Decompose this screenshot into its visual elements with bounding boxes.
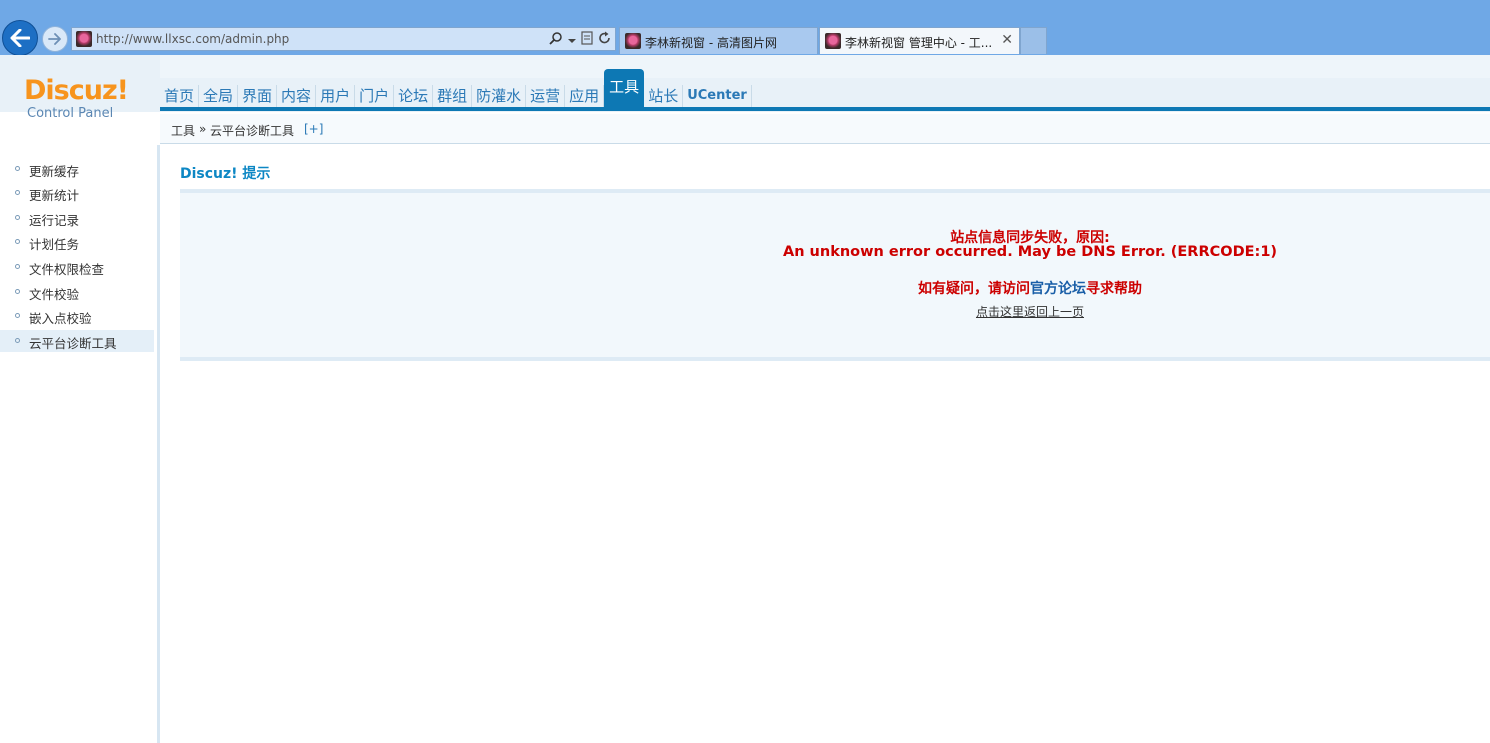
nav-item-portal[interactable]: 门户 <box>355 85 395 107</box>
site-favicon-icon <box>625 33 641 49</box>
nav-item-tools[interactable]: 工具 <box>604 69 645 107</box>
browser-tab-active[interactable]: 李林新视窗 管理中心 - 工... ✕ <box>819 27 1020 54</box>
breadcrumb-separator: » <box>199 122 207 136</box>
help-message: 如有疑问，请访问官方论坛寻求帮助 <box>180 278 1490 298</box>
nav-item-antispam[interactable]: 防灌水 <box>472 85 527 107</box>
header-divider <box>160 107 1490 111</box>
tab-label: 李林新视窗 管理中心 - 工... <box>845 36 993 50</box>
breadcrumb-section[interactable]: 工具 <box>171 122 195 139</box>
logo-subtitle: Control Panel <box>27 106 114 121</box>
back-link[interactable]: 点击这里返回上一页 <box>180 303 1490 320</box>
bullet-icon <box>15 190 20 195</box>
sidebar-item-label: 运行记录 <box>29 213 80 228</box>
back-button[interactable] <box>2 20 38 56</box>
sidebar-item-update-stats[interactable]: 更新统计 <box>0 182 154 204</box>
forward-button[interactable] <box>42 26 68 52</box>
sidebar-item-label: 计划任务 <box>29 237 80 252</box>
search-icon[interactable] <box>549 31 563 48</box>
breadcrumb: 工具 » 云平台诊断工具 [+] <box>160 114 1490 144</box>
bullet-icon <box>15 239 20 244</box>
arrow-left-icon <box>10 29 30 47</box>
sidebar-item-file-permissions[interactable]: 文件权限检查 <box>0 256 154 278</box>
tab-label: 李林新视窗 - 高清图片网 <box>645 36 777 50</box>
help-prefix: 如有疑问，请访问 <box>918 281 1030 297</box>
refresh-icon[interactable] <box>598 31 611 48</box>
nav-item-global[interactable]: 全局 <box>199 85 239 107</box>
address-input[interactable] <box>96 30 536 48</box>
close-icon[interactable]: ✕ <box>1001 32 1013 48</box>
nav-item-content[interactable]: 内容 <box>277 85 317 107</box>
sidebar-item-label: 更新统计 <box>29 188 80 203</box>
bullet-icon <box>15 289 20 294</box>
sidebar-item-file-check[interactable]: 文件校验 <box>0 281 154 303</box>
bullet-icon <box>15 166 20 171</box>
dropdown-icon[interactable] <box>568 33 576 47</box>
bullet-icon <box>15 215 20 220</box>
sidebar-item-label: 文件校验 <box>29 287 80 302</box>
header-band <box>160 55 1490 78</box>
sidebar-item-label: 更新缓存 <box>29 164 80 179</box>
address-tools <box>549 31 611 48</box>
sidebar-item-hook-check[interactable]: 嵌入点校验 <box>0 305 154 327</box>
sidebar-item-label: 文件权限检查 <box>29 262 105 277</box>
nav-item-operations[interactable]: 运营 <box>526 85 566 107</box>
bullet-icon <box>15 313 20 318</box>
browser-chrome: 李林新视窗 - 高清图片网 李林新视窗 管理中心 - 工... ✕ <box>0 0 1490 56</box>
sidebar-item-scheduled-tasks[interactable]: 计划任务 <box>0 231 154 253</box>
official-forum-link[interactable]: 官方论坛 <box>1030 281 1086 297</box>
page-title: Discuz! 提示 <box>180 166 271 182</box>
sidebar: 更新缓存 更新统计 运行记录 计划任务 文件权限检查 文件校验 嵌入点校验 云平… <box>0 145 160 743</box>
sidebar-item-label: 云平台诊断工具 <box>29 336 117 351</box>
bullet-icon <box>15 338 20 343</box>
help-suffix: 寻求帮助 <box>1086 281 1142 297</box>
sidebar-item-update-cache[interactable]: 更新缓存 <box>0 158 154 180</box>
nav-item-ucenter[interactable]: UCenter <box>683 85 752 107</box>
arrow-right-icon <box>48 33 61 45</box>
nav-item-users[interactable]: 用户 <box>316 85 356 107</box>
browser-tab[interactable]: 李林新视窗 - 高清图片网 <box>619 27 818 54</box>
sidebar-item-cloud-diagnostics[interactable]: 云平台诊断工具 <box>0 330 154 352</box>
nav-item-webmaster[interactable]: 站长 <box>644 85 684 107</box>
nav-item-apps[interactable]: 应用 <box>565 85 605 107</box>
sidebar-item-label: 嵌入点校验 <box>29 311 92 326</box>
site-favicon-icon <box>76 31 92 47</box>
new-tab-button[interactable] <box>1020 27 1047 54</box>
nav-item-home[interactable]: 首页 <box>160 85 200 107</box>
nav-item-interface[interactable]: 界面 <box>238 85 278 107</box>
breadcrumb-current: 云平台诊断工具 <box>210 124 295 138</box>
bullet-icon <box>15 264 20 269</box>
compatibility-view-icon[interactable] <box>581 31 593 48</box>
site-favicon-icon <box>825 33 841 49</box>
sidebar-item-run-log[interactable]: 运行记录 <box>0 207 154 229</box>
nav-item-forum[interactable]: 论坛 <box>394 85 434 107</box>
logo-brand[interactable]: Discuz! <box>24 75 129 106</box>
address-bar[interactable] <box>71 27 616 51</box>
breadcrumb-toggle[interactable]: [+] <box>304 122 323 136</box>
message-box: 站点信息同步失败，原因: An unknown error occurred. … <box>180 189 1490 361</box>
top-nav: 首页 全局 界面 内容 用户 门户 论坛 群组 防灌水 运营 应用 工具 站长 … <box>160 69 752 107</box>
nav-item-groups[interactable]: 群组 <box>433 85 473 107</box>
error-message-detail: An unknown error occurred. May be DNS Er… <box>782 244 1278 260</box>
